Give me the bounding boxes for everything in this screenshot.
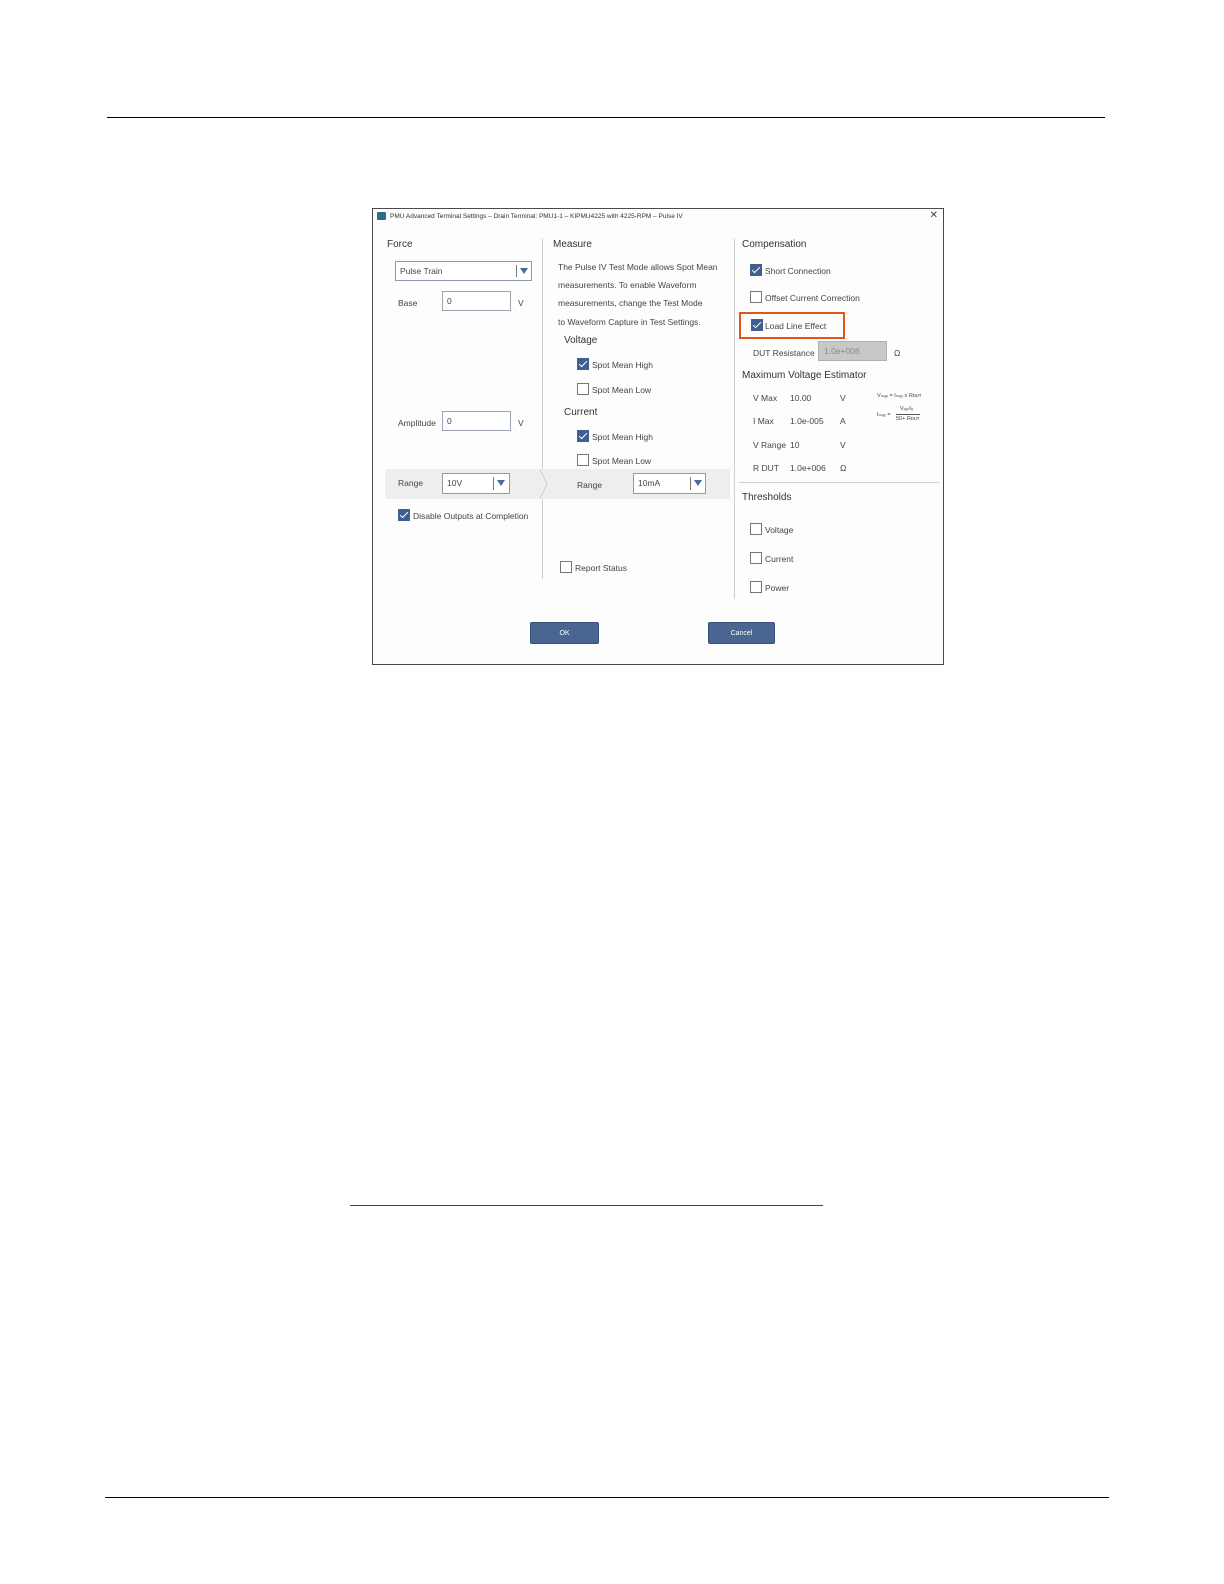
offset-current-correction-label: Offset Current Correction	[765, 293, 860, 303]
estimator-vrange-value: 10	[790, 440, 800, 450]
report-status-checkbox[interactable]	[560, 561, 572, 573]
threshold-current-checkbox[interactable]	[750, 552, 762, 564]
estimator-vmax-unit: V	[840, 393, 846, 403]
estimator-rdut-label: R DUT	[753, 463, 779, 473]
voltage-spot-mean-high-checkbox[interactable]	[577, 358, 589, 370]
range-band-chevron	[539, 469, 548, 499]
disable-outputs-label: Disable Outputs at Completion	[413, 511, 529, 521]
current-spot-mean-low-checkbox[interactable]	[577, 454, 589, 466]
estimator-vmax-label: V Max	[753, 393, 778, 403]
select-separator	[516, 265, 517, 277]
imax-formula-denominator: 50+ Rᴅᴜᴛ	[896, 416, 920, 422]
measure-range-label: Range	[577, 480, 603, 490]
select-separator	[690, 477, 691, 490]
thresholds-heading: Thresholds	[742, 492, 792, 503]
threshold-current-label: Current	[765, 554, 794, 564]
estimator-vmax-value: 10.00	[790, 393, 812, 403]
measure-info-line3: measurements, change the Test Mode	[558, 298, 703, 308]
disable-outputs-checkbox[interactable]	[398, 509, 410, 521]
estimator-imax-unit: A	[840, 416, 846, 426]
base-value: 0	[447, 296, 452, 306]
title-bar: PMU Advanced Terminal Settings – Drain T…	[373, 209, 943, 225]
page-footer-rule	[105, 1497, 1109, 1498]
pmu-advanced-terminal-settings-dialog: PMU Advanced Terminal Settings – Drain T…	[372, 208, 944, 665]
chevron-down-icon	[497, 480, 505, 486]
measure-info-line2: measurements. To enable Waveform	[558, 280, 697, 290]
imax-formula-numerator: Vᵣₐₙᵍₑ	[900, 406, 914, 412]
estimator-rdut-unit: Ω	[840, 463, 847, 473]
measure-compensation-divider	[734, 239, 735, 599]
threshold-power-label: Power	[765, 583, 790, 593]
threshold-voltage-label: Voltage	[765, 525, 794, 535]
offset-current-correction-checkbox[interactable]	[750, 291, 762, 303]
current-spot-mean-high-checkbox[interactable]	[577, 430, 589, 442]
amplitude-unit: V	[518, 418, 524, 428]
measure-range-value: 10mA	[638, 478, 661, 488]
short-connection-label: Short Connection	[765, 266, 831, 276]
close-icon[interactable]: ✕	[930, 210, 938, 221]
measure-info-line1: The Pulse IV Test Mode allows Spot Mean	[558, 262, 718, 272]
voltage-spot-mean-low-checkbox[interactable]	[577, 383, 589, 395]
amplitude-label: Amplitude	[398, 418, 436, 428]
force-range-select[interactable]: 10V	[442, 473, 510, 494]
base-input[interactable]: 0	[442, 291, 511, 311]
dut-resistance-value: 1.0e+006	[824, 346, 860, 356]
estimator-imax-value: 1.0e-005	[790, 416, 824, 426]
estimator-rdut-value: 1.0e+006	[790, 463, 826, 473]
base-label: Base	[398, 298, 418, 308]
base-unit: V	[518, 298, 524, 308]
estimator-imax-label: I Max	[753, 416, 774, 426]
select-separator	[493, 477, 494, 490]
measure-range-select[interactable]: 10mA	[633, 473, 706, 494]
voltage-spot-mean-high-label: Spot Mean High	[592, 360, 653, 370]
report-status-label: Report Status	[575, 563, 627, 573]
force-measure-divider	[542, 239, 543, 579]
force-heading: Force	[387, 239, 413, 250]
estimator-vrange-label: V Range	[753, 440, 787, 450]
dut-resistance-label: DUT Resistance	[753, 348, 815, 358]
measure-heading: Measure	[553, 239, 592, 250]
force-mode-value: Pulse Train	[400, 266, 443, 276]
page-header-rule	[107, 117, 1105, 118]
force-mode-select[interactable]: Pulse Train	[395, 261, 532, 281]
cancel-button[interactable]: Cancel	[708, 622, 775, 644]
compensation-heading: Compensation	[742, 239, 807, 250]
imax-formula-lhs: Iₘₐₓ =	[877, 412, 891, 418]
amplitude-value: 0	[447, 416, 452, 426]
force-range-value: 10V	[447, 478, 463, 488]
threshold-power-checkbox[interactable]	[750, 581, 762, 593]
voltage-heading: Voltage	[564, 335, 598, 346]
chevron-down-icon	[694, 480, 702, 486]
threshold-voltage-checkbox[interactable]	[750, 523, 762, 535]
measure-info-line4: to Waveform Capture in Test Settings.	[558, 317, 701, 327]
current-heading: Current	[564, 407, 598, 418]
amplitude-input[interactable]: 0	[442, 411, 511, 431]
load-line-effect-checkbox[interactable]	[751, 319, 763, 331]
voltage-spot-mean-low-label: Spot Mean Low	[592, 385, 652, 395]
imax-formula-fraction-bar	[896, 414, 920, 415]
estimator-heading: Maximum Voltage Estimator	[742, 370, 867, 381]
ok-button[interactable]: OK	[530, 622, 599, 644]
chevron-down-icon	[520, 268, 528, 274]
dialog-title: PMU Advanced Terminal Settings – Drain T…	[390, 213, 683, 220]
app-icon	[377, 212, 386, 220]
vmax-formula: Vₘₐₓ = Iₘₐₓ x Rᴅᴜᴛ	[877, 393, 922, 399]
force-range-label: Range	[398, 478, 424, 488]
load-line-effect-label: Load Line Effect	[765, 321, 827, 331]
current-spot-mean-low-label: Spot Mean Low	[592, 456, 652, 466]
hyperlink-underline[interactable]	[350, 1205, 823, 1206]
current-spot-mean-high-label: Spot Mean High	[592, 432, 653, 442]
short-connection-checkbox[interactable]	[750, 264, 762, 276]
dut-resistance-unit: Ω	[894, 348, 901, 358]
estimator-vrange-unit: V	[840, 440, 846, 450]
thresholds-divider	[739, 482, 939, 483]
dut-resistance-input: 1.0e+006	[818, 341, 887, 361]
